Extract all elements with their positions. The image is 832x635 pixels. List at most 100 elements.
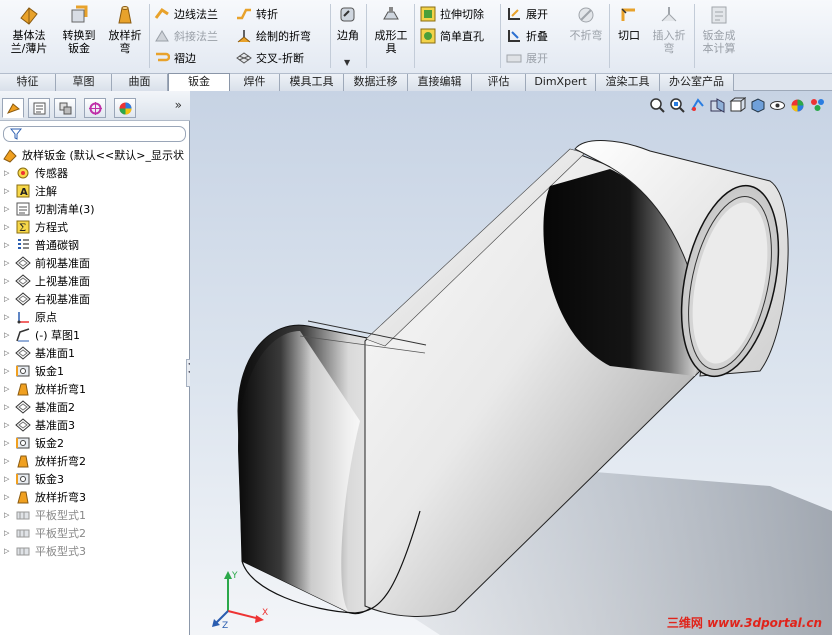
insert-bends-button[interactable]: 插入折 弯 [648, 4, 690, 70]
pane-more-chevron-icon[interactable]: » [175, 98, 182, 112]
tab-render-tools[interactable]: 渲染工具 [596, 74, 660, 91]
tree-expand-icon[interactable]: ▷ [4, 259, 12, 267]
extruded-cut-button[interactable]: 拉伸切除 [420, 5, 484, 23]
flatten-button[interactable]: 展开 [506, 49, 548, 67]
feature-manager-tab[interactable] [2, 98, 24, 118]
tab-weldments[interactable]: 焊件 [230, 74, 280, 91]
tab-office-products[interactable]: 办公室产品 [660, 74, 734, 91]
tree-expand-icon[interactable]: ▷ [4, 529, 12, 537]
tree-expand-icon[interactable]: ▷ [4, 277, 12, 285]
corner-dropdown-icon[interactable]: ▼ [344, 56, 350, 69]
tree-item[interactable]: ▷ 钣金2 [4, 434, 64, 452]
tab-direct-editing[interactable]: 直接编辑 [408, 74, 472, 91]
tree-item[interactable]: ▷ 基准面2 [4, 398, 75, 416]
tree-item[interactable]: ▷ 平板型式3 [4, 542, 86, 560]
tab-mold-tools[interactable]: 模具工具 [280, 74, 344, 91]
view-orientation-icon[interactable] [729, 96, 747, 114]
tree-item[interactable]: ▷ 普通碳钢 [4, 236, 79, 254]
lofted-bend-button[interactable]: 放样折 弯 [104, 4, 146, 70]
tree-item[interactable]: ▷ 基准面3 [4, 416, 75, 434]
jog-button[interactable]: 转折 [236, 5, 278, 23]
graphics-area[interactable]: Y X Z 三维网 www.3dportal.cn [190, 91, 832, 635]
tab-evaluate[interactable]: 评估 [472, 74, 526, 91]
tree-item[interactable]: ▷ 钣金1 [4, 362, 64, 380]
tree-expand-icon[interactable]: ▷ [4, 367, 12, 375]
lofted-sheet-metal-model[interactable] [190, 91, 832, 635]
display-manager-tab[interactable] [114, 98, 136, 118]
tab-surfaces[interactable]: 曲面 [112, 74, 168, 91]
property-manager-tab[interactable] [28, 98, 50, 118]
dimxpert-manager-tab[interactable] [84, 98, 106, 118]
tree-item[interactable]: ▷ 基准面1 [4, 344, 75, 362]
tree-expand-icon[interactable]: ▷ [4, 421, 12, 429]
fold-button[interactable]: 折叠 [506, 27, 548, 45]
tree-expand-icon[interactable]: ▷ [4, 511, 12, 519]
edge-flange-button[interactable]: 边线法兰 [154, 5, 218, 23]
tree-item[interactable]: ▷ 前视基准面 [4, 254, 90, 272]
tab-data-migration[interactable]: 数据迁移 [344, 74, 408, 91]
tree-item[interactable]: ▷ 切割清单(3) [4, 200, 95, 218]
tree-item-label: 基准面1 [35, 347, 75, 360]
hide-show-items-icon[interactable] [769, 97, 786, 114]
tree-expand-icon[interactable]: ▷ [4, 403, 12, 411]
hem-button[interactable]: 褶边 [154, 49, 196, 67]
tree-expand-icon[interactable]: ▷ [4, 169, 12, 177]
tree-expand-icon[interactable]: ▷ [4, 349, 12, 357]
tree-expand-icon[interactable]: ▷ [4, 385, 12, 393]
unfold-button[interactable]: 展开 [506, 5, 548, 23]
tree-expand-icon[interactable]: ▷ [4, 205, 12, 213]
forming-tool-button[interactable]: 成形工 具 [370, 4, 412, 70]
tree-expand-icon[interactable]: ▷ [4, 475, 12, 483]
tree-expand-icon[interactable]: ▷ [4, 457, 12, 465]
miter-flange-button[interactable]: 斜接法兰 [154, 27, 218, 45]
previous-view-icon[interactable] [689, 97, 706, 114]
no-bends-button[interactable]: 不折弯 [566, 4, 606, 70]
tree-item[interactable]: ▷ 传感器 [4, 164, 68, 182]
tree-expand-icon[interactable]: ▷ [4, 187, 12, 195]
convert-to-sheetmetal-button[interactable]: 转换到 钣金 [56, 4, 102, 70]
base-flange-button[interactable]: 基体法 兰/薄片 [4, 4, 54, 70]
tree-item[interactable]: ▷ 放样折弯3 [4, 488, 86, 506]
svg-text:A: A [20, 187, 28, 198]
tree-item[interactable]: ▷ 平板型式2 [4, 524, 86, 542]
tree-item[interactable]: ▷ 上视基准面 [4, 272, 90, 290]
apply-scene-icon[interactable] [809, 97, 826, 114]
tab-dimxpert[interactable]: DimXpert [526, 74, 596, 91]
tree-expand-icon[interactable]: ▷ [4, 493, 12, 501]
tree-expand-icon[interactable]: ▷ [4, 295, 12, 303]
hem-label: 褶边 [174, 52, 196, 65]
tree-expand-icon[interactable]: ▷ [4, 439, 12, 447]
zoom-to-fit-icon[interactable] [649, 97, 666, 114]
tree-expand-icon[interactable]: ▷ [4, 313, 12, 321]
tree-expand-icon[interactable]: ▷ [4, 241, 12, 249]
sheetmetal-cost-button[interactable]: 钣金成 本计算 [697, 4, 741, 70]
tab-sheet-metal[interactable]: 钣金 [168, 73, 230, 91]
tree-item[interactable]: ▷ Σ 方程式 [4, 218, 68, 236]
zoom-to-area-icon[interactable] [669, 97, 686, 114]
tree-item[interactable]: ▷ 放样折弯2 [4, 452, 86, 470]
tree-item[interactable]: ▷ A 注解 [4, 182, 57, 200]
tab-features[interactable]: 特征 [0, 74, 56, 91]
tree-item[interactable]: ▷ 原点 [4, 308, 57, 326]
sketched-bend-button[interactable]: 绘制的折弯 [236, 27, 311, 45]
tree-root-part[interactable]: 放样钣金 (默认<<默认>_显示状 [2, 146, 184, 164]
tree-item[interactable]: ▷ 钣金3 [4, 470, 64, 488]
corner-button[interactable]: 边角 ▼ [333, 4, 363, 70]
feature-tree-filter[interactable] [3, 126, 186, 142]
display-style-icon[interactable] [749, 97, 766, 114]
tree-expand-icon[interactable]: ▷ [4, 547, 12, 555]
tree-item[interactable]: ▷ (-) 草图1 [4, 326, 80, 344]
simple-hole-button[interactable]: 简单直孔 [420, 27, 484, 45]
watermark-url: www.3dportal.cn [707, 616, 822, 630]
configuration-manager-tab[interactable] [54, 98, 76, 118]
tree-item[interactable]: ▷ 放样折弯1 [4, 380, 86, 398]
tree-expand-icon[interactable]: ▷ [4, 223, 12, 231]
rip-button[interactable]: 切口 [613, 4, 645, 70]
tree-item[interactable]: ▷ 右视基准面 [4, 290, 90, 308]
tab-sketch[interactable]: 草图 [56, 74, 112, 91]
cross-break-button[interactable]: 交叉-折断 [236, 49, 304, 67]
section-view-icon[interactable] [709, 97, 726, 114]
tree-expand-icon[interactable]: ▷ [4, 331, 12, 339]
edit-appearance-icon[interactable] [789, 97, 806, 114]
tree-item[interactable]: ▷ 平板型式1 [4, 506, 86, 524]
